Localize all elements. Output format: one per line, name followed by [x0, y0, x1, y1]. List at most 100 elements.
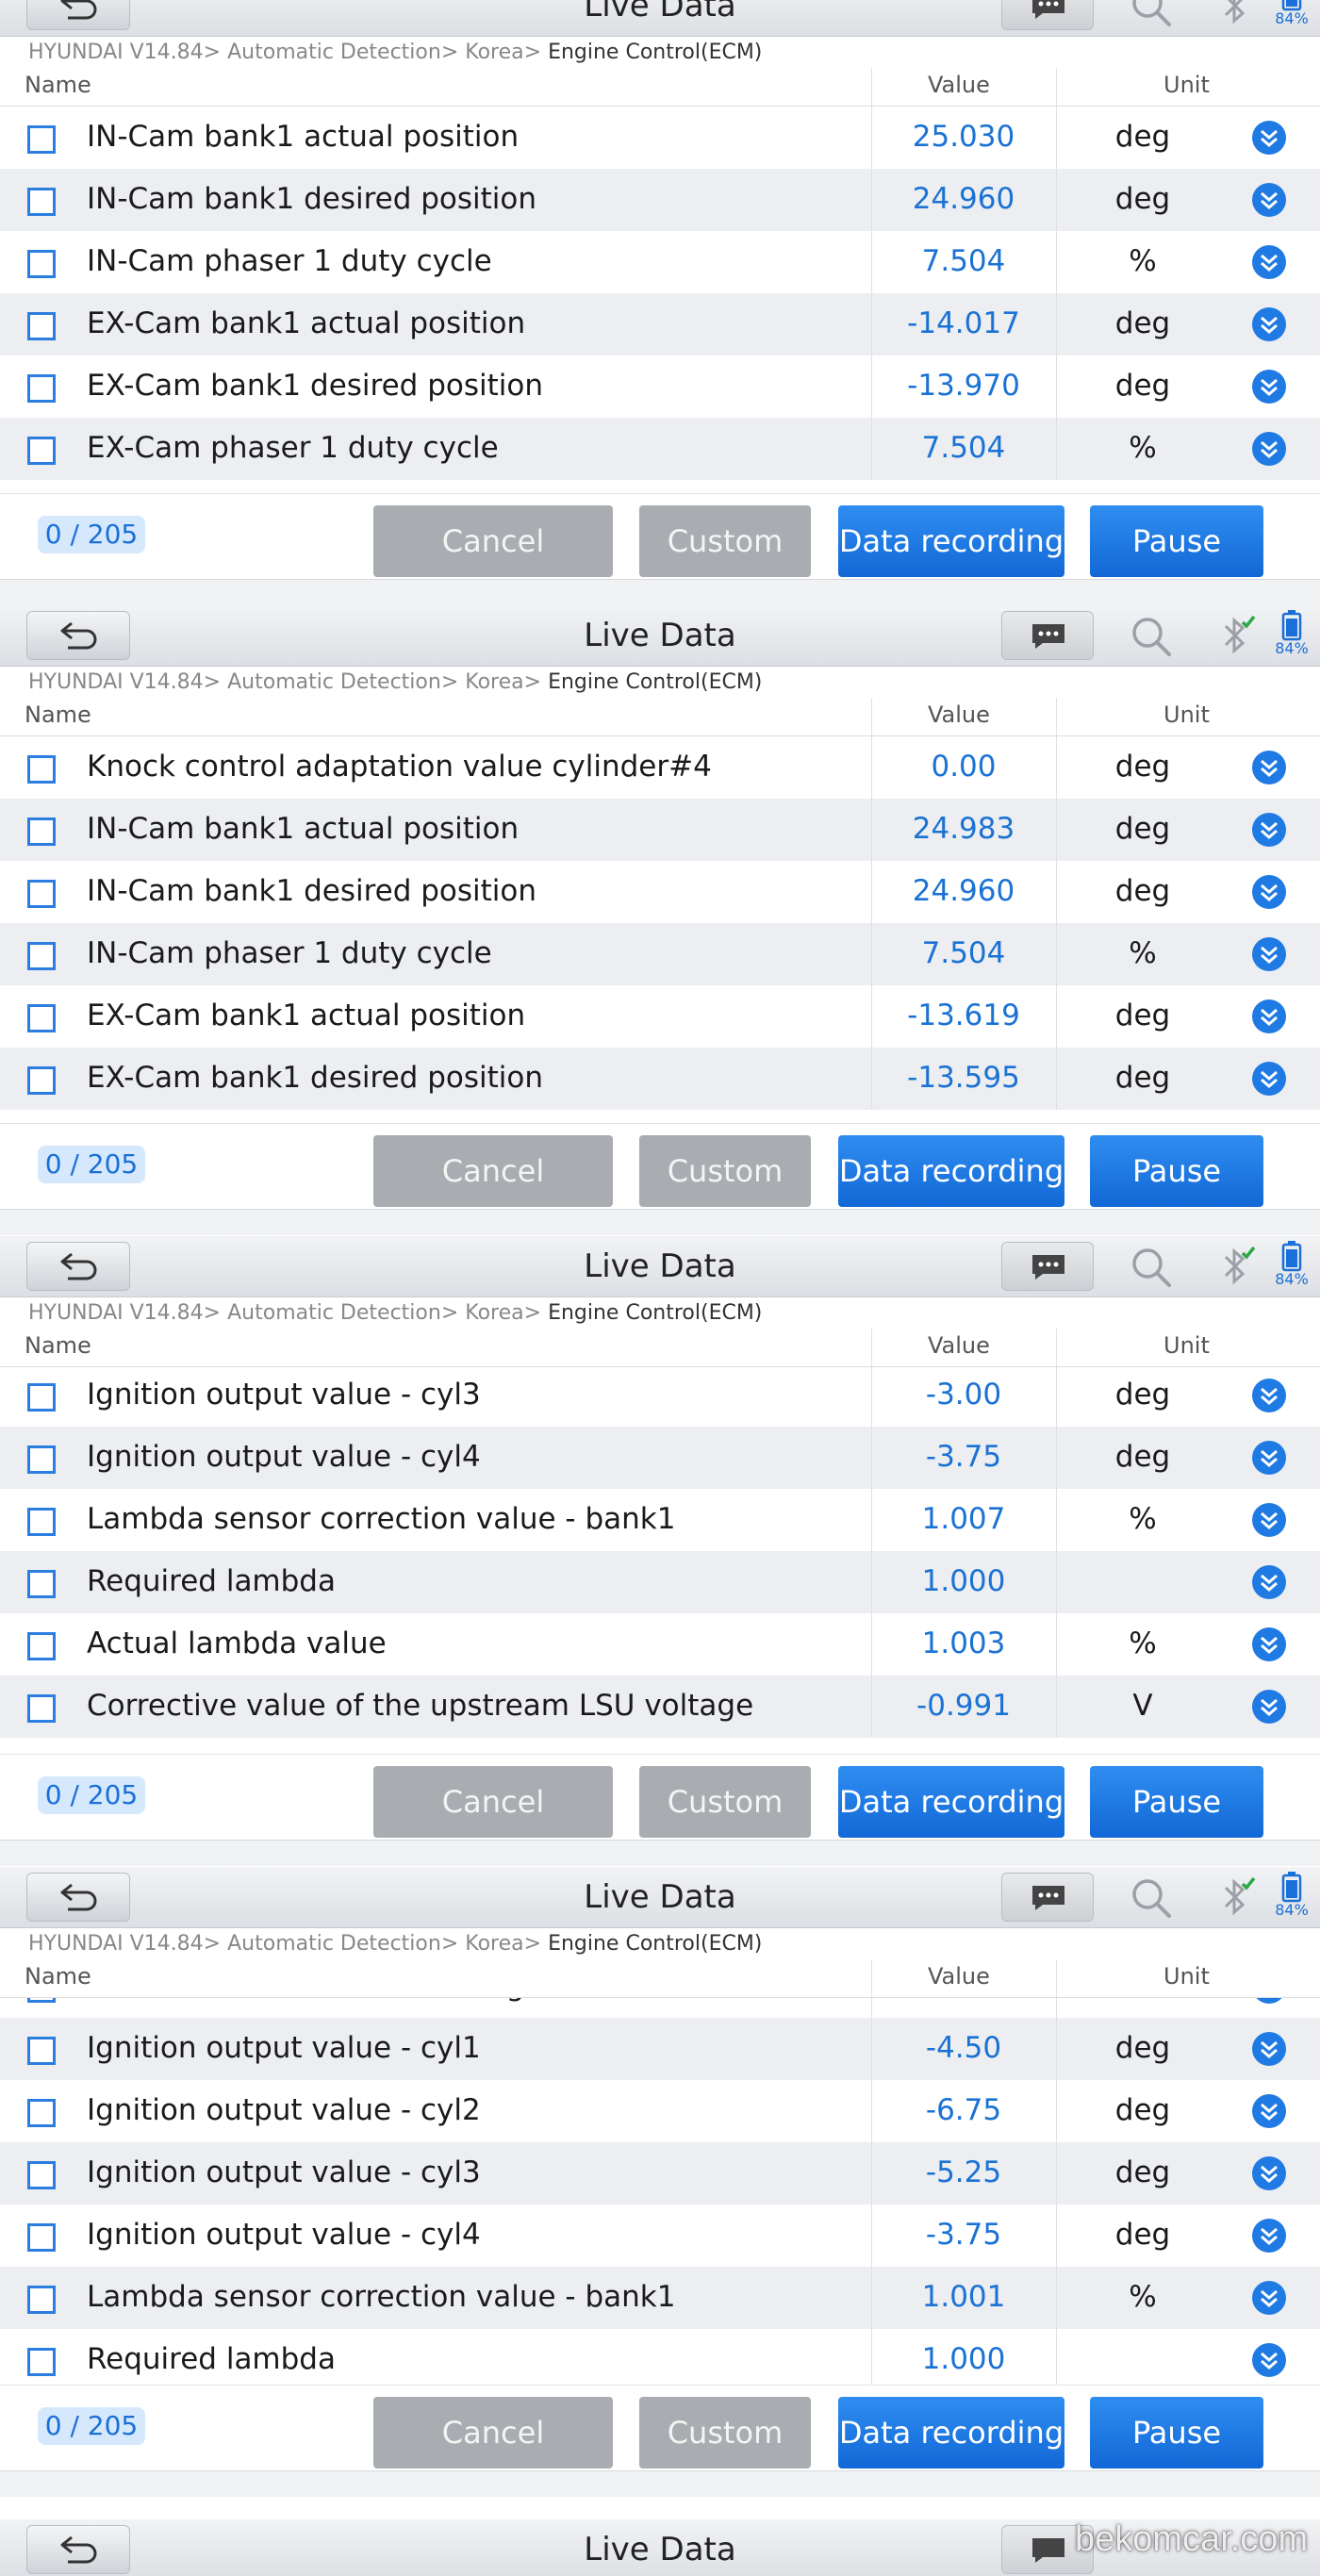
pause-button[interactable]: Pause	[1090, 505, 1263, 577]
message-button[interactable]	[1001, 1242, 1094, 1291]
cancel-selected-button[interactable]: Cancel Selected	[373, 1766, 613, 1866]
message-button[interactable]	[1001, 611, 1094, 660]
breadcrumb-item[interactable]: Korea	[465, 1932, 523, 1956]
row-checkbox[interactable]	[27, 1694, 56, 1723]
breadcrumb-item[interactable]: HYUNDAI V14.84	[28, 41, 204, 64]
expand-chevron-icon[interactable]	[1251, 2155, 1287, 2191]
table-row[interactable]: EX-Cam bank1 desired position -13.595 de…	[0, 1048, 1320, 1110]
row-checkbox[interactable]	[27, 188, 56, 216]
row-checkbox[interactable]	[27, 374, 56, 403]
expand-chevron-icon[interactable]	[1251, 2218, 1287, 2254]
expand-chevron-icon[interactable]	[1251, 182, 1287, 218]
table-row[interactable]: Ignition output value - cyl3 -5.25 deg	[0, 2142, 1320, 2204]
table-row[interactable]: Status of noise reduction stage 2	[0, 1998, 1320, 2018]
row-checkbox[interactable]	[27, 942, 56, 970]
cancel-selected-button[interactable]: Cancel Selected	[373, 2397, 613, 2497]
row-checkbox[interactable]	[27, 817, 56, 846]
data-recording-button[interactable]: Data recording	[838, 2397, 1064, 2469]
data-recording-button[interactable]: Data recording	[838, 505, 1064, 577]
table-row[interactable]: Required lambda 1.000	[0, 1551, 1320, 1613]
expand-chevron-icon[interactable]	[1251, 306, 1287, 342]
pause-button[interactable]: Pause	[1090, 2397, 1263, 2469]
expand-chevron-icon[interactable]	[1251, 1564, 1287, 1600]
table-row[interactable]: Required lambda 1.000	[0, 2329, 1320, 2385]
data-list[interactable]: IN-Cam bank1 actual position 25.030 deg …	[0, 107, 1320, 493]
row-checkbox[interactable]	[27, 1004, 56, 1032]
table-row[interactable]: Ignition output value - cyl4 -3.75 deg	[0, 1427, 1320, 1489]
breadcrumb-item[interactable]: Automatic Detection	[227, 670, 441, 694]
breadcrumb-item[interactable]: Korea	[465, 1301, 523, 1325]
breadcrumb-item[interactable]: Automatic Detection	[227, 1301, 441, 1325]
expand-chevron-icon[interactable]	[1251, 120, 1287, 156]
row-checkbox[interactable]	[27, 2348, 56, 2376]
table-row[interactable]: Ignition output value - cyl4 -3.75 deg	[0, 2204, 1320, 2267]
breadcrumb-item[interactable]: HYUNDAI V14.84	[28, 1932, 204, 1956]
expand-chevron-icon[interactable]	[1251, 1440, 1287, 1476]
table-row[interactable]: IN-Cam bank1 desired position 24.960 deg	[0, 861, 1320, 923]
message-button[interactable]	[1001, 0, 1094, 30]
expand-chevron-icon[interactable]	[1251, 1689, 1287, 1725]
custom-button[interactable]: Custom	[639, 1135, 811, 1207]
table-row[interactable]: EX-Cam phaser 1 duty cycle 7.504 %	[0, 418, 1320, 480]
message-button[interactable]	[1001, 1873, 1094, 1922]
expand-chevron-icon[interactable]	[1251, 2093, 1287, 2129]
row-checkbox[interactable]	[27, 437, 56, 465]
breadcrumb-item[interactable]: HYUNDAI V14.84	[28, 1301, 204, 1325]
data-recording-button[interactable]: Data recording	[838, 1766, 1064, 1838]
custom-button[interactable]: Custom	[639, 1766, 811, 1838]
expand-chevron-icon[interactable]	[1251, 936, 1287, 972]
breadcrumb-item[interactable]: Automatic Detection	[227, 41, 441, 64]
row-checkbox[interactable]	[27, 1445, 56, 1474]
row-checkbox[interactable]	[27, 1998, 56, 2003]
table-row[interactable]: Ignition output value - cyl1 -4.50 deg	[0, 2018, 1320, 2080]
expand-chevron-icon[interactable]	[1251, 431, 1287, 467]
cancel-selected-button[interactable]: Cancel Selected	[373, 1135, 613, 1235]
table-row[interactable]: IN-Cam bank1 desired position 24.960 deg	[0, 169, 1320, 231]
table-row[interactable]: EX-Cam bank1 actual position -13.619 deg	[0, 985, 1320, 1048]
row-checkbox[interactable]	[27, 125, 56, 154]
table-row[interactable]: Knock control adaptation value cylinder#…	[0, 736, 1320, 799]
expand-chevron-icon[interactable]	[1251, 2342, 1287, 2378]
row-checkbox[interactable]	[27, 880, 56, 908]
data-recording-button[interactable]: Data recording	[838, 1135, 1064, 1207]
row-checkbox[interactable]	[27, 250, 56, 278]
table-row[interactable]: Corrective value of the upstream LSU vol…	[0, 1676, 1320, 1738]
search-icon[interactable]	[1130, 1876, 1173, 1920]
expand-chevron-icon[interactable]	[1251, 1627, 1287, 1662]
breadcrumb-item[interactable]: Korea	[465, 41, 523, 64]
row-checkbox[interactable]	[27, 1066, 56, 1095]
breadcrumb-item[interactable]: Automatic Detection	[227, 1932, 441, 1956]
expand-chevron-icon[interactable]	[1251, 1061, 1287, 1097]
breadcrumb-item[interactable]: Korea	[465, 670, 523, 694]
row-checkbox[interactable]	[27, 1383, 56, 1412]
row-checkbox[interactable]	[27, 1508, 56, 1536]
data-list[interactable]: Knock control adaptation value cylinder#…	[0, 736, 1320, 1123]
row-checkbox[interactable]	[27, 2286, 56, 2314]
table-row[interactable]: IN-Cam bank1 actual position 25.030 deg	[0, 107, 1320, 169]
expand-chevron-icon[interactable]	[1251, 812, 1287, 848]
expand-chevron-icon[interactable]	[1251, 2031, 1287, 2067]
expand-chevron-icon[interactable]	[1251, 750, 1287, 785]
row-checkbox[interactable]	[27, 312, 56, 340]
data-list[interactable]: Ignition output value - cyl3 -3.00 deg I…	[0, 1367, 1320, 1754]
table-row[interactable]: IN-Cam bank1 actual position 24.983 deg	[0, 799, 1320, 861]
row-checkbox[interactable]	[27, 2161, 56, 2189]
row-checkbox[interactable]	[27, 755, 56, 784]
cancel-selected-button[interactable]: Cancel Selected	[373, 505, 613, 605]
table-row[interactable]: Actual lambda value 1.003 %	[0, 1613, 1320, 1676]
row-checkbox[interactable]	[27, 2099, 56, 2127]
table-row[interactable]: Ignition output value - cyl3 -3.00 deg	[0, 1367, 1320, 1427]
row-checkbox[interactable]	[27, 2223, 56, 2252]
expand-chevron-icon[interactable]	[1251, 874, 1287, 910]
table-row[interactable]: EX-Cam bank1 actual position -14.017 deg	[0, 293, 1320, 355]
search-icon[interactable]	[1130, 1246, 1173, 1289]
expand-chevron-icon[interactable]	[1251, 2280, 1287, 2316]
expand-chevron-icon[interactable]	[1251, 1998, 1287, 2005]
expand-chevron-icon[interactable]	[1251, 369, 1287, 405]
expand-chevron-icon[interactable]	[1251, 244, 1287, 280]
table-row[interactable]: EX-Cam bank1 desired position -13.970 de…	[0, 355, 1320, 418]
expand-chevron-icon[interactable]	[1251, 1502, 1287, 1538]
search-icon[interactable]	[1130, 615, 1173, 658]
row-checkbox[interactable]	[27, 2037, 56, 2065]
expand-chevron-icon[interactable]	[1251, 1378, 1287, 1413]
